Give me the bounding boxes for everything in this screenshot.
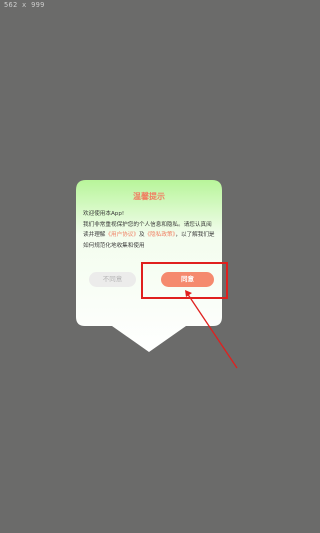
agree-highlight-box [141,262,228,299]
privacy-policy-link[interactable]: 《隐私政策》 [145,232,176,238]
screen: 562 x 999 温馨提示 欢迎使用本App! 我们非常重视保护您的个人信息和… [0,0,300,533]
privacy-notice: 我们非常重视保护您的个人信息和隐私。请您认真阅读并理解《用户协议》及《隐私政策》… [83,220,217,252]
dialog-title: 温馨提示 [133,192,165,201]
dimension-label: 562 x 999 [4,1,45,9]
disagree-button[interactable]: 不同意 [89,272,136,287]
welcome-text: 欢迎使用本App! [83,211,125,217]
dialog-body: 欢迎使用本App! 我们非常重视保护您的个人信息和隐私。请您认真阅读并理解《用户… [83,209,217,251]
user-agreement-link[interactable]: 《用户协议》 [105,232,139,238]
